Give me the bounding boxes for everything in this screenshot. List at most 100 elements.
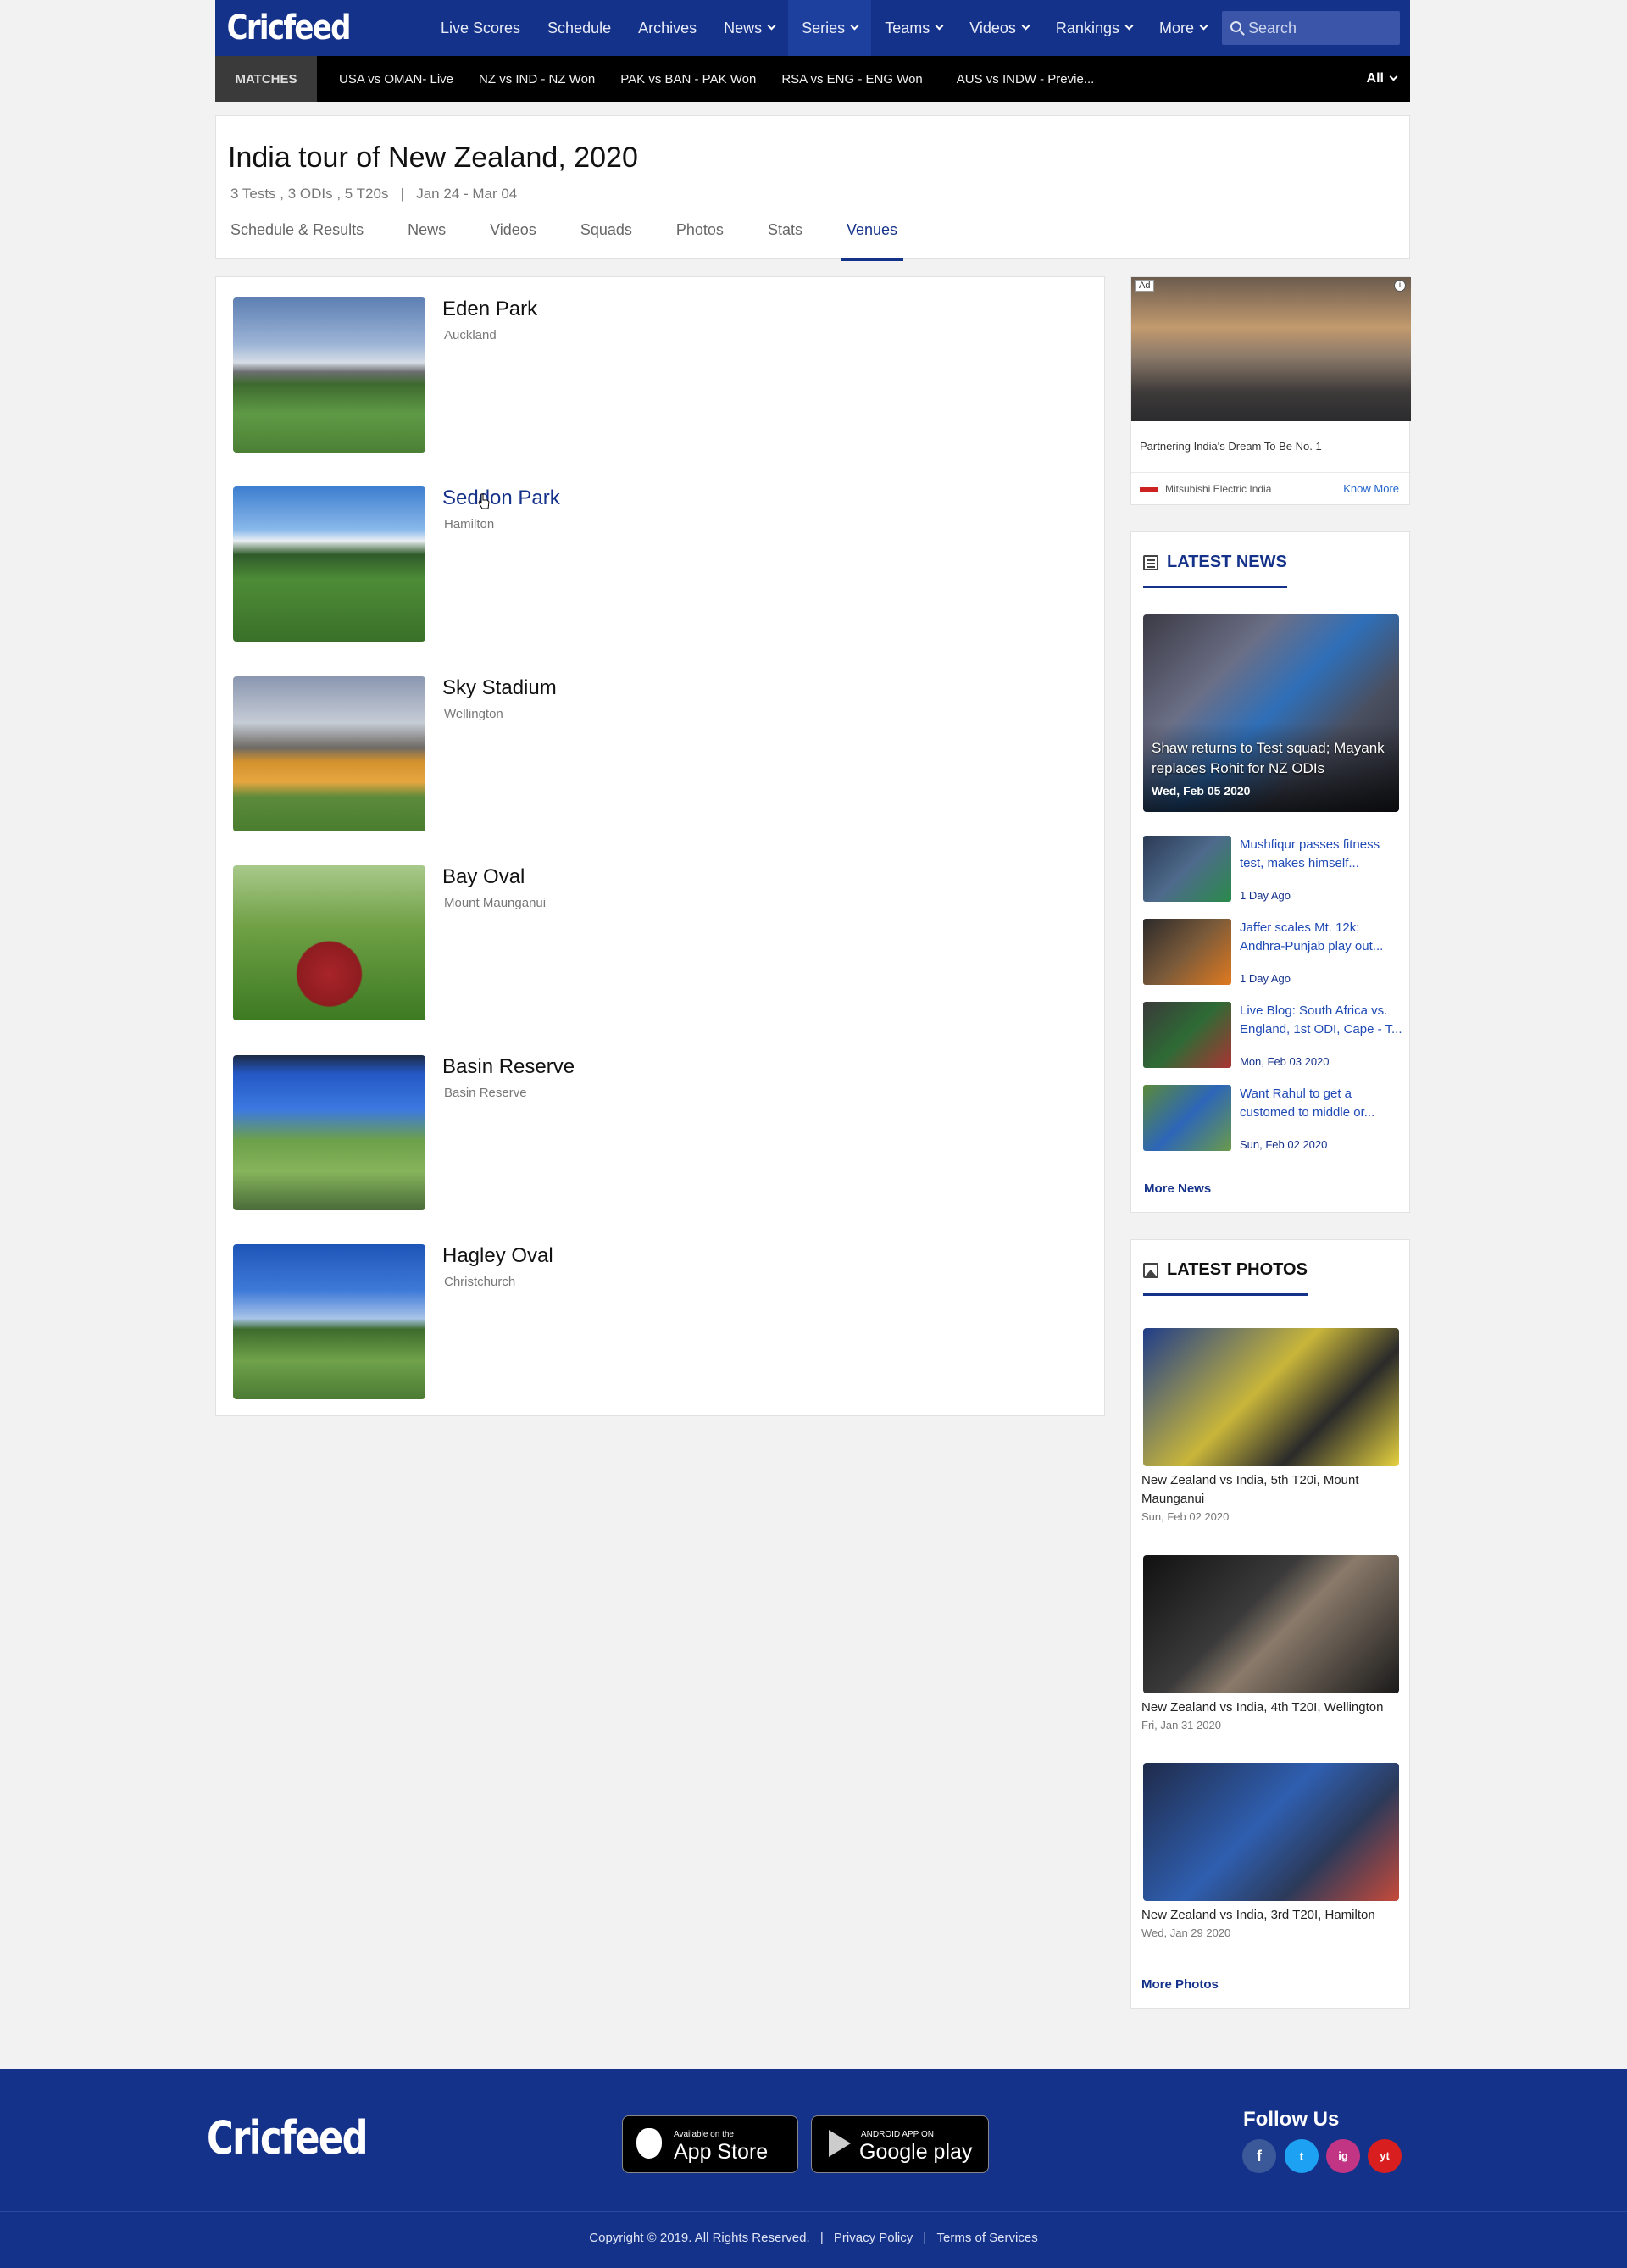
youtube-icon[interactable]: yt — [1368, 2139, 1402, 2173]
terms-link[interactable]: Terms of Services — [937, 2231, 1038, 2245]
ad-footer: Mitsubishi Electric India Know More — [1131, 472, 1411, 506]
news-date: Mon, Feb 03 2020 — [1240, 1055, 1330, 1068]
venue-item[interactable]: Bay Oval Mount Maunganui — [233, 865, 1080, 1026]
photo-thumbnail[interactable] — [1143, 1328, 1399, 1466]
know-more-link[interactable]: Know More — [1343, 482, 1399, 495]
nav-rankings[interactable]: Rankings — [1042, 0, 1146, 56]
venue-item[interactable]: Sky Stadium Wellington — [233, 676, 1080, 837]
app-store-button[interactable]: Available on the App Store — [622, 2115, 798, 2173]
venue-photo[interactable] — [233, 1055, 425, 1210]
latest-news-widget: LATEST NEWS Shaw returns to Test squad; … — [1130, 531, 1410, 1213]
ad-image[interactable] — [1131, 277, 1411, 421]
twitter-icon[interactable]: t — [1285, 2139, 1319, 2173]
venue-name[interactable]: Eden Park — [442, 297, 537, 321]
nav-label: Series — [802, 19, 846, 36]
match-link[interactable]: AUS vs INDW - Previe... — [957, 72, 1095, 86]
featured-news-card[interactable]: Shaw returns to Test squad; Mayank repla… — [1143, 614, 1399, 812]
privacy-policy-link[interactable]: Privacy Policy — [834, 2231, 913, 2245]
facebook-icon[interactable]: f — [1242, 2139, 1276, 2173]
news-list-item[interactable]: Live Blog: South Africa vs. England, 1st… — [1143, 1002, 1406, 1073]
news-title[interactable]: Live Blog: South Africa vs. England, 1st… — [1240, 1002, 1406, 1039]
nav-news[interactable]: News — [710, 0, 788, 56]
photo-thumbnail[interactable] — [1143, 1763, 1399, 1901]
nav-videos[interactable]: Videos — [956, 0, 1042, 56]
venue-item[interactable]: Basin Reserve Basin Reserve — [233, 1055, 1080, 1216]
photo-caption[interactable]: New Zealand vs India, 5th T20i, Mount Ma… — [1141, 1471, 1401, 1509]
nav-live-scores[interactable]: Live Scores — [427, 0, 534, 56]
footer-logo[interactable]: Cricfeed — [207, 2111, 369, 2165]
venue-name[interactable]: Sky Stadium — [442, 676, 557, 700]
news-list-item[interactable]: Mushfiqur passes fitness test, makes him… — [1143, 836, 1406, 907]
match-link[interactable]: RSA vs ENG - ENG Won — [781, 72, 922, 86]
photo-card[interactable]: New Zealand vs India, 5th T20i, Mount Ma… — [1141, 1328, 1401, 1523]
news-title[interactable]: Mushfiqur passes fitness test, makes him… — [1240, 836, 1406, 873]
tab-news[interactable]: News — [408, 221, 446, 260]
news-thumbnail[interactable] — [1143, 919, 1231, 985]
nav-series[interactable]: Series — [788, 0, 872, 56]
nav-teams[interactable]: Teams — [871, 0, 956, 56]
apple-icon — [636, 2128, 662, 2159]
photo-caption[interactable]: New Zealand vs India, 3rd T20I, Hamilton — [1141, 1906, 1401, 1925]
info-icon[interactable]: i — [1394, 280, 1406, 292]
photo-card[interactable]: New Zealand vs India, 4th T20I, Wellingt… — [1141, 1555, 1401, 1732]
venue-photo[interactable] — [233, 676, 425, 831]
nav-archives[interactable]: Archives — [625, 0, 710, 56]
venue-name[interactable]: Basin Reserve — [442, 1055, 575, 1079]
nav-more[interactable]: More — [1146, 0, 1220, 56]
photo-thumbnail[interactable] — [1143, 1555, 1399, 1693]
follow-us-label: Follow Us — [1243, 2108, 1340, 2131]
featured-news-title[interactable]: Shaw returns to Test squad; Mayank repla… — [1152, 738, 1397, 779]
tab-photos[interactable]: Photos — [676, 221, 724, 260]
top-navbar: Cricfeed Live Scores Schedule Archives N… — [215, 0, 1410, 56]
match-filter-dropdown[interactable]: All — [1367, 71, 1398, 86]
more-news-link[interactable]: More News — [1144, 1181, 1211, 1196]
match-link[interactable]: NZ vs IND - NZ Won — [479, 72, 595, 86]
match-link[interactable]: USA vs OMAN- Live — [339, 72, 453, 86]
news-list-item[interactable]: Want Rahul to get a customed to middle o… — [1143, 1085, 1406, 1156]
news-thumbnail[interactable] — [1143, 1002, 1231, 1068]
series-meta: 3 Tests , 3 ODIs , 5 T20s | Jan 24 - Mar… — [230, 186, 518, 202]
site-footer: Cricfeed Available on the App Store ANDR… — [0, 2069, 1627, 2268]
search-input[interactable]: Search — [1222, 11, 1400, 45]
tab-videos[interactable]: Videos — [490, 221, 536, 260]
nav-schedule[interactable]: Schedule — [534, 0, 625, 56]
venue-item[interactable]: Seddon Park Hamilton — [233, 486, 1080, 648]
venue-photo[interactable] — [233, 1244, 425, 1399]
news-title[interactable]: Want Rahul to get a customed to middle o… — [1240, 1085, 1406, 1122]
news-list-item[interactable]: Jaffer scales Mt. 12k; Andhra-Punjab pla… — [1143, 919, 1406, 990]
venue-photo[interactable] — [233, 865, 425, 1020]
news-thumbnail[interactable] — [1143, 1085, 1231, 1151]
news-title[interactable]: Jaffer scales Mt. 12k; Andhra-Punjab pla… — [1240, 919, 1406, 956]
venue-name[interactable]: Hagley Oval — [442, 1244, 553, 1268]
tab-stats[interactable]: Stats — [768, 221, 802, 260]
site-logo[interactable]: Cricfeed — [215, 8, 396, 47]
google-play-button[interactable]: ANDROID APP ON Google play — [811, 2115, 989, 2173]
more-photos-link[interactable]: More Photos — [1141, 1977, 1219, 1992]
nav-label: More — [1158, 19, 1194, 36]
photo-date: Wed, Jan 29 2020 — [1141, 1926, 1231, 1939]
tab-venues[interactable]: Venues — [840, 221, 904, 261]
photo-date: Sun, Feb 02 2020 — [1141, 1510, 1230, 1523]
matches-label: MATCHES — [215, 56, 317, 102]
venue-name[interactable]: Seddon Park — [442, 486, 560, 510]
venue-city: Auckland — [444, 328, 497, 342]
matches-ticker: MATCHES USA vs OMAN- Live NZ vs IND - NZ… — [215, 56, 1410, 102]
news-thumbnail[interactable] — [1143, 836, 1231, 902]
venue-photo[interactable] — [233, 297, 425, 453]
match-link[interactable]: PAK vs BAN - PAK Won — [620, 72, 756, 86]
tab-schedule-results[interactable]: Schedule & Results — [230, 221, 364, 260]
instagram-icon[interactable]: ig — [1326, 2139, 1360, 2173]
venue-photo[interactable] — [233, 486, 425, 642]
tab-squads[interactable]: Squads — [580, 221, 632, 260]
venue-item[interactable]: Hagley Oval Christchurch — [233, 1244, 1080, 1405]
nav-label: Rankings — [1055, 19, 1119, 36]
play-icon — [829, 2130, 851, 2157]
venue-name[interactable]: Bay Oval — [442, 865, 525, 889]
ad-tagline[interactable]: Partnering India's Dream To Be No. 1 — [1140, 440, 1322, 453]
advertisement[interactable]: Ad i Partnering India's Dream To Be No. … — [1130, 276, 1411, 506]
venue-item[interactable]: Eden Park Auckland — [233, 297, 1080, 459]
separator: | — [923, 2231, 927, 2245]
photo-card[interactable]: New Zealand vs India, 3rd T20I, Hamilton… — [1141, 1763, 1401, 1939]
play-small-text: ANDROID APP ON — [861, 2130, 934, 2139]
photo-caption[interactable]: New Zealand vs India, 4th T20I, Wellingt… — [1141, 1698, 1401, 1717]
